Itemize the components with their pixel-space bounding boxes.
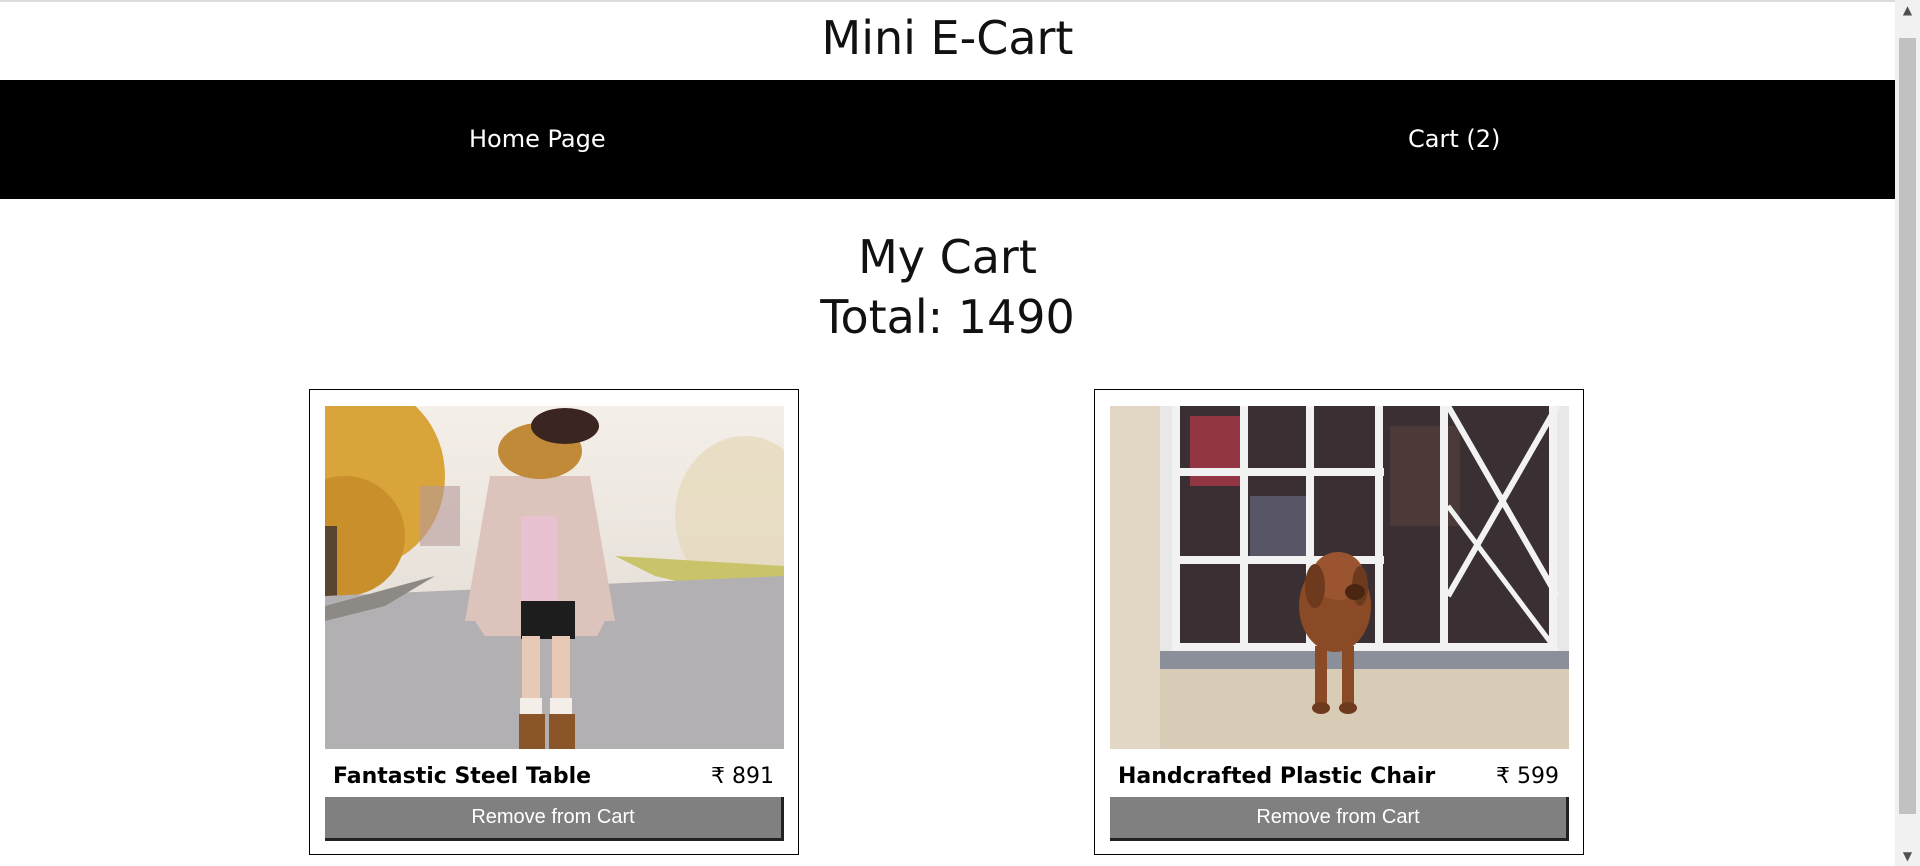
nav-home-link[interactable]: Home Page [469, 80, 606, 199]
remove-from-cart-button[interactable]: Remove from Cart [1110, 797, 1569, 841]
scrollbar-thumb[interactable] [1899, 38, 1916, 814]
product-image [325, 406, 784, 749]
product-price: ₹ 599 [1496, 764, 1559, 789]
remove-from-cart-button[interactable]: Remove from Cart [325, 797, 784, 841]
nav-cart-link[interactable]: Cart (2) [1408, 80, 1500, 199]
navbar: Home Page Cart (2) [0, 80, 1895, 199]
vertical-scrollbar[interactable]: ▲ ▼ [1895, 0, 1920, 866]
scroll-up-arrow-icon[interactable]: ▲ [1895, 0, 1920, 20]
product-image [1110, 406, 1569, 749]
product-price: ₹ 891 [711, 764, 774, 789]
cart-heading: My Cart [858, 230, 1037, 284]
top-border [0, 0, 1895, 2]
cart-total: Total: 1490 [820, 290, 1075, 344]
product-name: Fantastic Steel Table [333, 764, 592, 789]
site-title: Mini E-Cart [821, 11, 1074, 65]
cart-item-card: Fantastic Steel Table ₹ 891 Remove from … [309, 389, 799, 855]
page: Mini E-Cart Home Page Cart (2) My Cart T… [0, 0, 1920, 866]
scroll-down-arrow-icon[interactable]: ▼ [1895, 846, 1920, 866]
product-name: Handcrafted Plastic Chair [1118, 764, 1436, 789]
cart-item-card: Handcrafted Plastic Chair ₹ 599 Remove f… [1094, 389, 1584, 855]
